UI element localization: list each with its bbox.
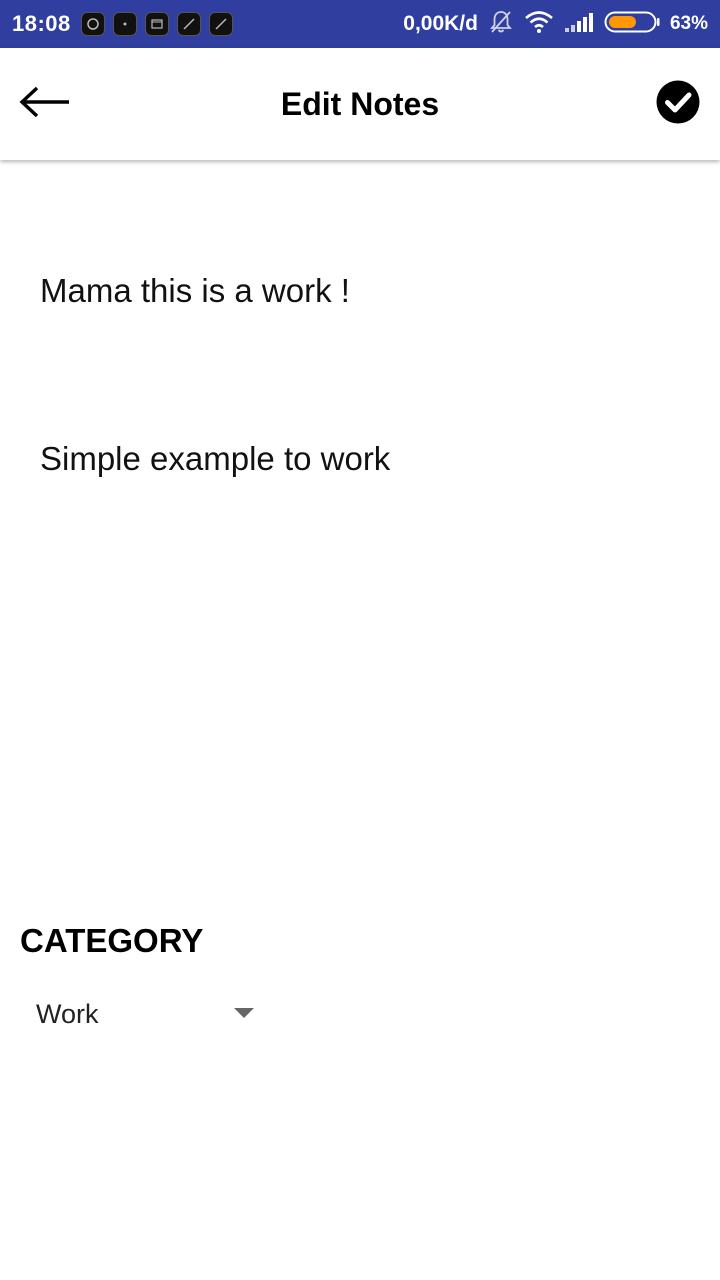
- wifi-icon: [524, 10, 554, 39]
- signal-icon: [564, 11, 594, 38]
- note-body-field[interactable]: Simple example to work: [40, 440, 390, 478]
- check-circle-icon: [656, 80, 700, 129]
- category-selected-value: Work: [36, 998, 99, 1029]
- notification-icons: [80, 12, 233, 36]
- battery-percent: 63%: [669, 13, 708, 34]
- category-dropdown[interactable]: Work: [20, 986, 270, 1042]
- category-label: CATEGORY: [20, 922, 204, 959]
- status-right: 0,00K/d 63%: [403, 9, 708, 40]
- save-button[interactable]: [650, 76, 706, 132]
- battery-icon: [604, 10, 660, 39]
- note-title-field[interactable]: Mama this is a work !: [40, 272, 350, 310]
- notification-icon: [208, 12, 233, 36]
- page-title: Edit Notes: [280, 85, 440, 122]
- status-time: 18:08: [12, 11, 71, 36]
- network-speed: 0,00K/d: [403, 12, 478, 35]
- notification-icon: [176, 12, 201, 36]
- app-bar: Edit Notes: [0, 48, 720, 160]
- notification-icon: [80, 12, 105, 36]
- status-bar: 18:08 0,00K/d 63%: [0, 0, 720, 48]
- notification-icon: [112, 12, 137, 36]
- caret-down-icon: [234, 1008, 254, 1018]
- bell-off-icon: [488, 9, 514, 40]
- arrow-left-icon: [18, 85, 72, 124]
- back-button[interactable]: [14, 74, 76, 134]
- notification-icon: [144, 12, 169, 36]
- note-editor: Mama this is a work ! Simple example to …: [0, 160, 720, 1280]
